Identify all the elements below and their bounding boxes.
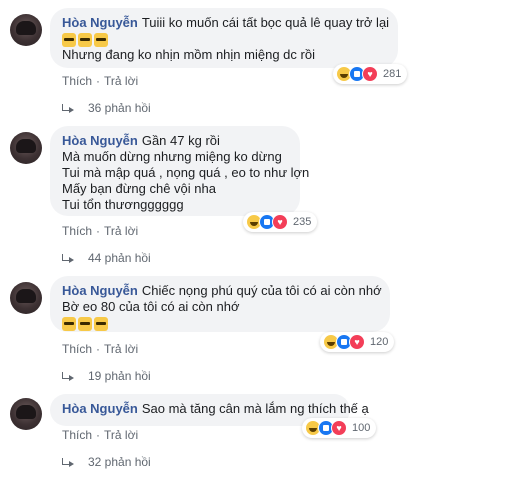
comment-text: Sao mà tăng cân mà lắm ng thích thế ạ [141, 401, 369, 416]
reply-arrow-icon [62, 253, 76, 264]
reply-button[interactable]: Trả lời [104, 428, 138, 442]
comment-actions: Thích · Trả lời [62, 428, 139, 442]
comment-text: Nhưng đang ko nhịn mồm nhịn miệng dc rồi [62, 47, 315, 62]
bus-emoji-icon [94, 317, 108, 331]
author-name[interactable]: Hòa Nguyễn [62, 401, 138, 416]
bus-emoji-icon [94, 33, 108, 47]
like-button[interactable]: Thích [62, 342, 92, 356]
bus-emoji-icon [78, 317, 92, 331]
reaction-summary[interactable]: 120 [320, 332, 395, 352]
reaction-summary[interactable]: 281 [333, 64, 408, 84]
reaction-count: 100 [352, 422, 371, 434]
reply-arrow-icon [62, 103, 76, 114]
avatar[interactable] [10, 14, 42, 46]
reaction-count: 120 [370, 336, 389, 348]
view-replies-link[interactable]: 19 phản hồi [62, 369, 151, 383]
avatar[interactable] [10, 398, 42, 430]
author-name[interactable]: Hòa Nguyễn [62, 15, 138, 30]
view-replies-link[interactable]: 36 phản hồi [62, 101, 151, 115]
reply-arrow-icon [62, 371, 76, 382]
love-reaction-icon [331, 420, 347, 436]
avatar[interactable] [10, 282, 42, 314]
reply-button[interactable]: Trả lời [104, 342, 138, 356]
replies-count: 36 phản hồi [88, 101, 151, 115]
reply-arrow-icon [62, 457, 76, 468]
author-name[interactable]: Hòa Nguyễn [62, 133, 138, 148]
replies-count: 32 phản hồi [88, 455, 151, 469]
comment-text: Tui mà mập quá , nọng quá , eo to như lợ… [62, 165, 310, 180]
comment-text: Bờ eo 80 của tôi có ai còn nhớ [62, 299, 240, 314]
like-button[interactable]: Thích [62, 224, 92, 238]
love-reaction-icon [362, 66, 378, 82]
replies-count: 19 phản hồi [88, 369, 151, 383]
reaction-summary[interactable]: 235 [243, 212, 318, 232]
reaction-count: 281 [383, 68, 402, 80]
comment-text: Tuiii ko muốn cái tất bọc quả lê quay tr… [141, 15, 390, 30]
like-button[interactable]: Thích [62, 74, 92, 88]
love-reaction-icon [272, 214, 288, 230]
love-reaction-icon [349, 334, 365, 350]
comment-text: Gần 47 kg rồi [141, 133, 220, 148]
like-button[interactable]: Thích [62, 428, 92, 442]
replies-count: 44 phản hồi [88, 251, 151, 265]
emoji-row [62, 33, 386, 47]
comment-text: Chiếc nọng phú quý của tôi có ai còn nhớ [141, 283, 382, 298]
reaction-summary[interactable]: 100 [302, 418, 377, 438]
comment-bubble: Hòa Nguyễn Chiếc nọng phú quý của tôi có … [50, 276, 390, 332]
comment-actions: Thích · Trả lời [62, 74, 139, 88]
bus-emoji-icon [78, 33, 92, 47]
reply-button[interactable]: Trả lời [104, 224, 138, 238]
comment-bubble: Hòa Nguyễn Tuiii ko muốn cái tất bọc quả … [50, 8, 398, 68]
view-replies-link[interactable]: 32 phản hồi [62, 455, 151, 469]
emoji-row [62, 317, 378, 331]
comment-text: Mà muốn dừng nhưng miệng ko dừng [62, 149, 282, 164]
reaction-count: 235 [293, 216, 312, 228]
author-name[interactable]: Hòa Nguyễn [62, 283, 138, 298]
comment-bubble: Hòa Nguyễn Gần 47 kg rồi Mà muốn dừng như… [50, 126, 310, 216]
comment-text: Mấy bạn đừng chê vội nha [62, 181, 216, 196]
view-replies-link[interactable]: 44 phản hồi [62, 251, 151, 265]
bus-emoji-icon [62, 317, 76, 331]
avatar[interactable] [10, 132, 42, 164]
reply-button[interactable]: Trả lời [104, 74, 138, 88]
bus-emoji-icon [62, 33, 76, 47]
comment-actions: Thích · Trả lời [62, 224, 139, 238]
comment-text: Tui tổn thươngggggg [62, 197, 184, 212]
comment-actions: Thích · Trả lời [62, 342, 139, 356]
